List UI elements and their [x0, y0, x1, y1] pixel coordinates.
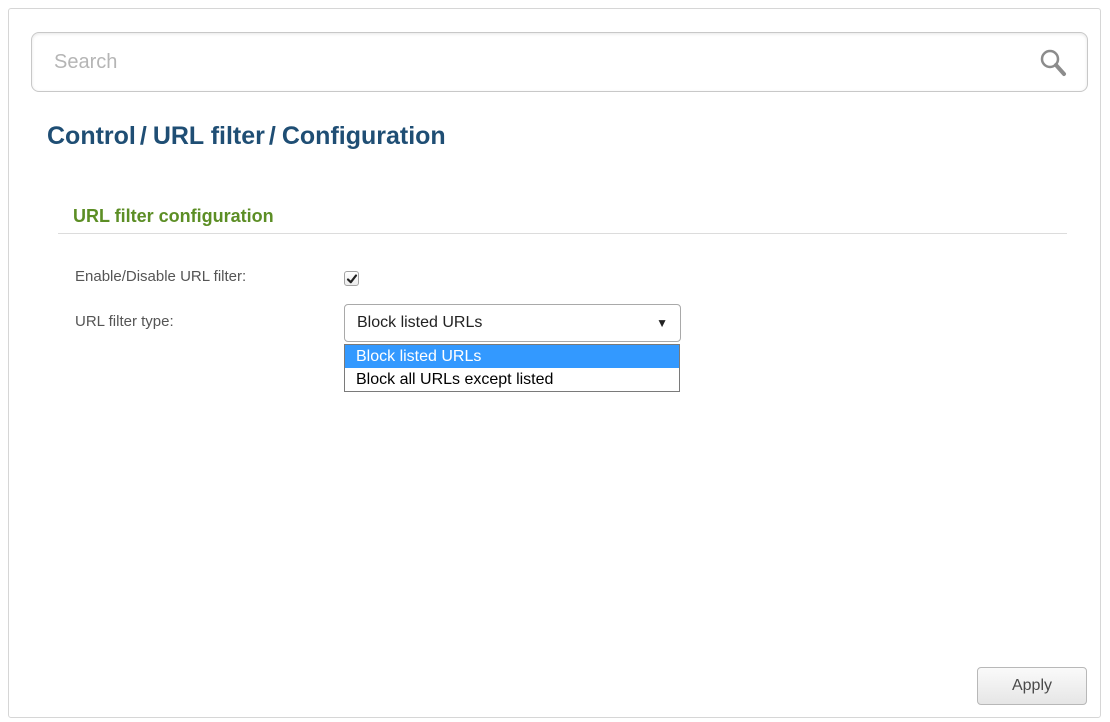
section-heading: URL filter configuration — [73, 206, 274, 226]
enable-url-filter-checkbox[interactable] — [344, 271, 359, 286]
url-filter-type-label: URL filter type: — [75, 313, 174, 330]
url-filter-type-select[interactable]: Block listed URLs ▼ — [344, 304, 681, 342]
url-filter-type-dropdown: Block listed URLs Block all URLs except … — [344, 344, 680, 392]
select-value: Block listed URLs — [357, 314, 483, 331]
search-input[interactable] — [54, 47, 994, 77]
chevron-down-icon: ▼ — [656, 316, 668, 330]
enable-url-filter-label: Enable/Disable URL filter: — [75, 268, 247, 285]
breadcrumb-separator: / — [139, 122, 147, 150]
breadcrumb-item-control: Control — [47, 122, 136, 150]
search-bar — [31, 32, 1088, 92]
checkmark-icon — [346, 274, 358, 284]
breadcrumb-separator: / — [268, 122, 276, 150]
section-divider — [58, 233, 1067, 234]
breadcrumb-item-url-filter: URL filter — [152, 122, 265, 150]
search-icon[interactable] — [1037, 46, 1071, 80]
breadcrumb: Control / URL filter / Configuration — [47, 122, 446, 151]
dropdown-option-block-all-except-listed[interactable]: Block all URLs except listed — [345, 368, 679, 391]
page-title: Configuration — [281, 122, 446, 150]
dropdown-option-block-listed[interactable]: Block listed URLs — [345, 345, 679, 368]
apply-button[interactable]: Apply — [977, 667, 1087, 705]
